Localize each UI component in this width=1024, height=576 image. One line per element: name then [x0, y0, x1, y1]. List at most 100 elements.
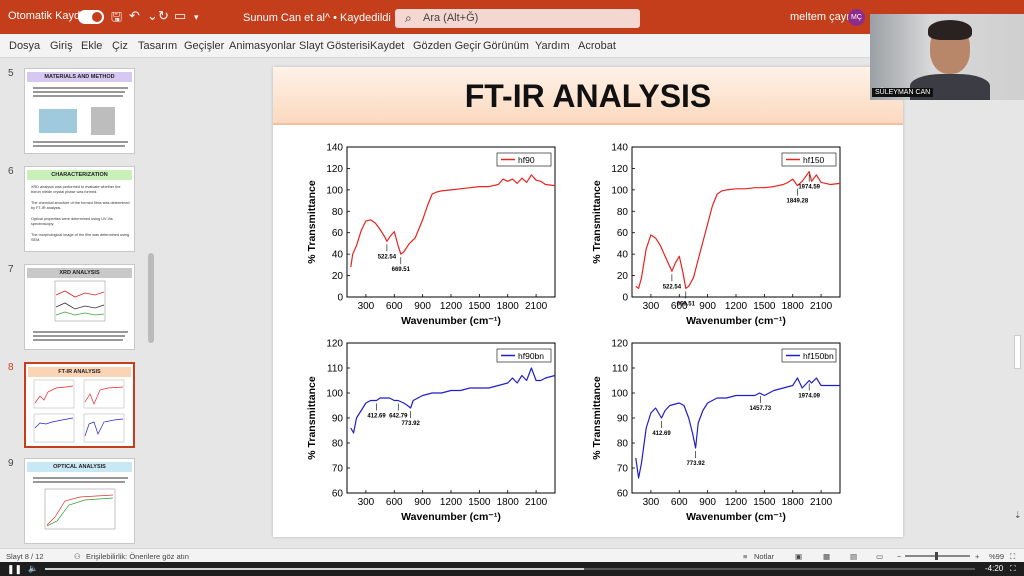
present-icon[interactable]: ▭	[174, 8, 186, 24]
zoom-out-icon[interactable]: −	[897, 552, 901, 561]
y-tick-label: 90	[617, 414, 629, 425]
thumbnail-image	[39, 109, 77, 133]
peak-annotation: 412.69	[367, 414, 386, 420]
plot-frame	[346, 146, 556, 298]
ftir-chart-hf150bn[interactable]: 60 70 80 90 100 110 120 300 600 900 1200 1500 1800 21…	[588, 335, 850, 535]
thumbnail-ftir-charts	[33, 379, 125, 443]
save-icon[interactable]: 🖫	[111, 8, 122, 30]
normal-view-icon[interactable]: ▣	[795, 552, 802, 561]
chart-svg: 60 70 80 90 100 110 120 300 600 900 1200 1500 1800 21…	[306, 339, 556, 523]
tab-ekle[interactable]: Ekle	[81, 40, 102, 52]
zoom-in-icon[interactable]: +	[975, 552, 979, 561]
x-tick-label: 1800	[782, 497, 805, 508]
thumbnail-bullet: Optical properties were determined using…	[31, 217, 113, 226]
y-tick-label: 100	[611, 185, 628, 196]
series-line	[350, 174, 556, 268]
y-axis-label: % Transmittance	[306, 180, 318, 264]
y-tick-label: 80	[617, 439, 629, 450]
thumbnails-scrollbar[interactable]	[148, 253, 154, 343]
zoom-slider[interactable]	[905, 552, 970, 560]
y-tick-label: 20	[332, 271, 344, 282]
tab-gorunum[interactable]: Görünüm	[483, 40, 529, 52]
x-tick-label: 1800	[497, 497, 520, 508]
peak-annotation: 669.51	[677, 301, 696, 307]
slide-number: 9	[8, 458, 14, 469]
ftir-chart-hf150[interactable]: 0 20 40 60 80 100 120 140 300 600 900 1200 1500 1800 2…	[588, 139, 850, 339]
plot-frame	[631, 342, 841, 494]
tab-gozden-gecir[interactable]: Gözden Geçir	[413, 40, 481, 52]
slide-thumbnail-9[interactable]: OPTICAL ANALYSIS	[24, 458, 135, 544]
tab-yardim[interactable]: Yardım	[535, 40, 570, 52]
chart-svg: 020406080100120140300 600 900 1200 1500 1800 2…	[306, 143, 556, 327]
x-tick-label: 900	[699, 301, 716, 312]
y-tick-label: 80	[617, 207, 629, 218]
chart-svg: 020406080100120140300 600 900 1200 1500 1800 2…	[591, 143, 841, 327]
thumbnail-title: OPTICAL ANALYSIS	[27, 462, 132, 472]
slide-sorter-icon[interactable]: ▦	[823, 552, 830, 561]
legend-label: hf150bn	[803, 351, 834, 361]
x-axis-label: Wavenumber (cm⁻¹)	[686, 315, 786, 327]
x-tick-label: 1800	[497, 301, 520, 312]
thumbnail-image	[91, 107, 115, 135]
accessibility-status[interactable]: Erişilebilirlik: Önerilere göz atın	[86, 552, 189, 561]
redo-icon[interactable]: ↻	[158, 8, 169, 24]
slide-thumbnail-6[interactable]: CHARACTERIZATION XRD analysis was perfor…	[24, 166, 135, 252]
undo-icon[interactable]: ↶	[129, 8, 140, 24]
accessibility-icon[interactable]: ⚇	[74, 552, 81, 561]
x-tick-label: 1800	[782, 301, 805, 312]
volume-icon[interactable]: 🔈	[28, 564, 38, 573]
x-tick-label: 600	[386, 301, 403, 312]
tab-kaydet[interactable]: Kaydet	[370, 40, 404, 52]
video-progress-track[interactable]	[45, 568, 975, 570]
avatar[interactable]: MÇ	[848, 9, 865, 26]
y-axis-label: % Transmittance	[591, 376, 603, 460]
fullscreen-icon[interactable]: ⛶	[1010, 564, 1016, 574]
slideshow-icon[interactable]: ▭	[876, 552, 883, 561]
ftir-chart-hf90bn[interactable]: 60 70 80 90 100 110 120 300 600 900 1200 1500 1800 21…	[303, 335, 565, 535]
customize-toolbar-icon[interactable]: ▾	[194, 12, 199, 23]
slide-title[interactable]: FT-IR ANALYSIS	[273, 67, 903, 125]
tab-giris[interactable]: Giriş	[50, 40, 73, 52]
x-tick-label: 900	[414, 497, 431, 508]
peak-annotation: 642.79	[389, 414, 408, 420]
fit-slide-icon[interactable]: ⛶	[1010, 552, 1015, 562]
editor-scrollbar-thumb[interactable]	[1014, 335, 1021, 369]
legend-label: hf90	[518, 155, 535, 165]
thumbnail-bullet: XRD analysis was performed to evaluate w…	[31, 185, 121, 194]
tab-tasarim[interactable]: Tasarım	[138, 40, 177, 52]
slide-thumbnail-8-active[interactable]: FT-IR ANALYSIS	[24, 362, 135, 448]
y-tick-label: 80	[332, 207, 344, 218]
legend-label: hf90bn	[518, 351, 544, 361]
ftir-chart-hf90[interactable]: 0 20 40 60 80 100 120 140 300 600 900 1200 1500 1800 2…	[303, 139, 565, 339]
slide-thumbnail-7[interactable]: XRD ANALYSIS	[24, 264, 135, 350]
tab-dosya[interactable]: Dosya	[9, 40, 40, 52]
autosave-toggle[interactable]	[78, 10, 104, 24]
undo-dropdown-icon[interactable]: ⌄	[147, 8, 158, 24]
y-tick-label: 20	[617, 271, 629, 282]
reading-view-icon[interactable]: ▤	[850, 552, 857, 561]
y-tick-label: 100	[326, 389, 343, 400]
pause-icon[interactable]: ❚❚	[7, 564, 22, 575]
webcam-overlay: SÜLEYMAN CAN	[870, 14, 1024, 100]
slide-thumbnail-5[interactable]: MATERIALS AND METHOD	[24, 68, 135, 154]
slide-number: 8	[8, 362, 14, 373]
search-box[interactable]: ⌕ Ara (Alt+Ğ)	[395, 9, 640, 28]
next-slide-icon[interactable]: ⇣	[1014, 510, 1022, 521]
notes-button[interactable]: Notlar	[754, 552, 774, 561]
x-tick-label: 900	[699, 497, 716, 508]
zoom-level[interactable]: %99	[989, 552, 1004, 561]
document-title[interactable]: Sunum Can et al^ • Kaydedildi ⌄	[243, 11, 403, 24]
tab-slayt-gosterisi[interactable]: Slayt Gösterisi	[299, 40, 370, 52]
tab-gecisler[interactable]: Geçişler	[184, 40, 224, 52]
peak-annotation: 1974.59	[798, 185, 820, 191]
tab-acrobat[interactable]: Acrobat	[578, 40, 616, 52]
notes-icon[interactable]: ≡	[743, 552, 747, 561]
status-bar: Slayt 8 / 12 ⚇ Erişilebilirlik: Öneriler…	[0, 548, 1024, 562]
y-axis-label: % Transmittance	[306, 376, 318, 460]
y-tick-label: 70	[617, 464, 629, 475]
slide-canvas[interactable]: FT-IR ANALYSIS 0 20 40 60 80 100 120 140 300 600 9…	[273, 67, 903, 537]
peak-annotation: 412.69	[652, 431, 671, 437]
tab-animasyonlar[interactable]: Animasyonlar	[229, 40, 296, 52]
tab-ciz[interactable]: Çiz	[112, 40, 128, 52]
x-tick-label: 300	[358, 301, 375, 312]
